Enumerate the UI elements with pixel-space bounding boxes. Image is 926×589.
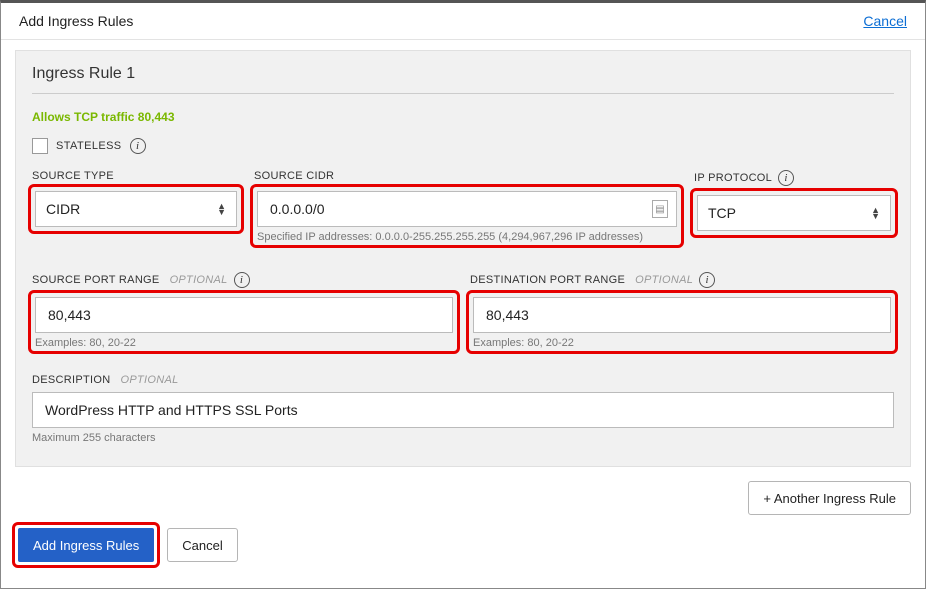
source-type-field: SOURCE TYPE CIDR ▲▼ bbox=[32, 170, 240, 230]
description-label: DESCRIPTION bbox=[32, 374, 110, 386]
highlight-box: ▤ Specified IP addresses: 0.0.0.0-255.25… bbox=[250, 184, 684, 248]
dest-port-field: DESTINATION PORT RANGE OPTIONAL i Exampl… bbox=[470, 272, 894, 350]
source-port-input[interactable] bbox=[46, 298, 442, 332]
stateless-row: STATELESS i bbox=[32, 138, 894, 154]
info-icon[interactable]: i bbox=[130, 138, 146, 154]
description-input[interactable] bbox=[43, 393, 883, 427]
stateless-checkbox[interactable] bbox=[32, 138, 48, 154]
ip-protocol-label-row: IP PROTOCOL i bbox=[694, 170, 894, 186]
allows-text: Allows TCP traffic 80,443 bbox=[32, 110, 894, 124]
highlight-box: CIDR ▲▼ bbox=[28, 184, 244, 234]
source-cidr-helper: Specified IP addresses: 0.0.0.0-255.255.… bbox=[257, 231, 677, 243]
source-cidr-input-wrap: ▤ bbox=[257, 191, 677, 227]
dest-port-input-wrap bbox=[473, 297, 891, 333]
footer-row: + Another Ingress Rule bbox=[1, 467, 925, 515]
source-cidr-input[interactable] bbox=[268, 192, 666, 226]
ip-protocol-value: TCP bbox=[708, 205, 736, 221]
dest-port-label-row: DESTINATION PORT RANGE OPTIONAL i bbox=[470, 272, 894, 288]
description-helper: Maximum 255 characters bbox=[32, 432, 894, 444]
highlight-box: Examples: 80, 20-22 bbox=[466, 290, 898, 354]
ip-protocol-field: IP PROTOCOL i TCP ▲▼ bbox=[694, 170, 894, 234]
info-icon[interactable]: i bbox=[699, 272, 715, 288]
source-type-select[interactable]: CIDR ▲▼ bbox=[35, 191, 237, 227]
ip-protocol-label: IP PROTOCOL bbox=[694, 172, 772, 184]
optional-text: OPTIONAL bbox=[120, 374, 178, 386]
source-type-label: SOURCE TYPE bbox=[32, 170, 240, 182]
cancel-link[interactable]: Cancel bbox=[863, 13, 907, 29]
row-2: SOURCE PORT RANGE OPTIONAL i Examples: 8… bbox=[32, 272, 894, 350]
source-port-helper: Examples: 80, 20-22 bbox=[35, 337, 453, 349]
source-cidr-field: SOURCE CIDR ▤ Specified IP addresses: 0.… bbox=[254, 170, 680, 244]
info-icon[interactable]: i bbox=[778, 170, 794, 186]
optional-text: OPTIONAL bbox=[635, 274, 693, 286]
source-cidr-label: SOURCE CIDR bbox=[254, 170, 680, 182]
rule-title: Ingress Rule 1 bbox=[32, 65, 894, 94]
actions-row: Add Ingress Rules Cancel bbox=[1, 515, 925, 565]
source-port-label-row: SOURCE PORT RANGE OPTIONAL i bbox=[32, 272, 456, 288]
dest-port-label: DESTINATION PORT RANGE bbox=[470, 274, 625, 286]
source-port-input-wrap bbox=[35, 297, 453, 333]
stateless-label: STATELESS bbox=[56, 140, 122, 152]
source-port-field: SOURCE PORT RANGE OPTIONAL i Examples: 8… bbox=[32, 272, 456, 350]
description-label-row: DESCRIPTION OPTIONAL bbox=[32, 374, 894, 386]
description-input-wrap bbox=[32, 392, 894, 428]
chevron-updown-icon: ▲▼ bbox=[217, 203, 226, 215]
another-rule-button[interactable]: + Another Ingress Rule bbox=[748, 481, 911, 515]
source-port-label: SOURCE PORT RANGE bbox=[32, 274, 160, 286]
dest-port-input[interactable] bbox=[484, 298, 880, 332]
chevron-updown-icon: ▲▼ bbox=[871, 207, 880, 219]
info-icon[interactable]: i bbox=[234, 272, 250, 288]
highlight-box: Examples: 80, 20-22 bbox=[28, 290, 460, 354]
dialog-title: Add Ingress Rules bbox=[19, 13, 133, 29]
rule-panel: Ingress Rule 1 Allows TCP traffic 80,443… bbox=[15, 50, 911, 467]
highlight-box: Add Ingress Rules bbox=[12, 522, 160, 568]
row-1: SOURCE TYPE CIDR ▲▼ SOURCE CIDR ▤ Specif… bbox=[32, 170, 894, 244]
add-ingress-rules-button[interactable]: Add Ingress Rules bbox=[18, 528, 154, 562]
optional-text: OPTIONAL bbox=[170, 274, 228, 286]
description-field: DESCRIPTION OPTIONAL Maximum 255 charact… bbox=[32, 374, 894, 444]
ip-protocol-select[interactable]: TCP ▲▼ bbox=[697, 195, 891, 231]
source-type-value: CIDR bbox=[46, 201, 80, 217]
dialog-header: Add Ingress Rules Cancel bbox=[1, 3, 925, 40]
highlight-box: TCP ▲▼ bbox=[690, 188, 898, 238]
cancel-button[interactable]: Cancel bbox=[167, 528, 237, 562]
dest-port-helper: Examples: 80, 20-22 bbox=[473, 337, 891, 349]
